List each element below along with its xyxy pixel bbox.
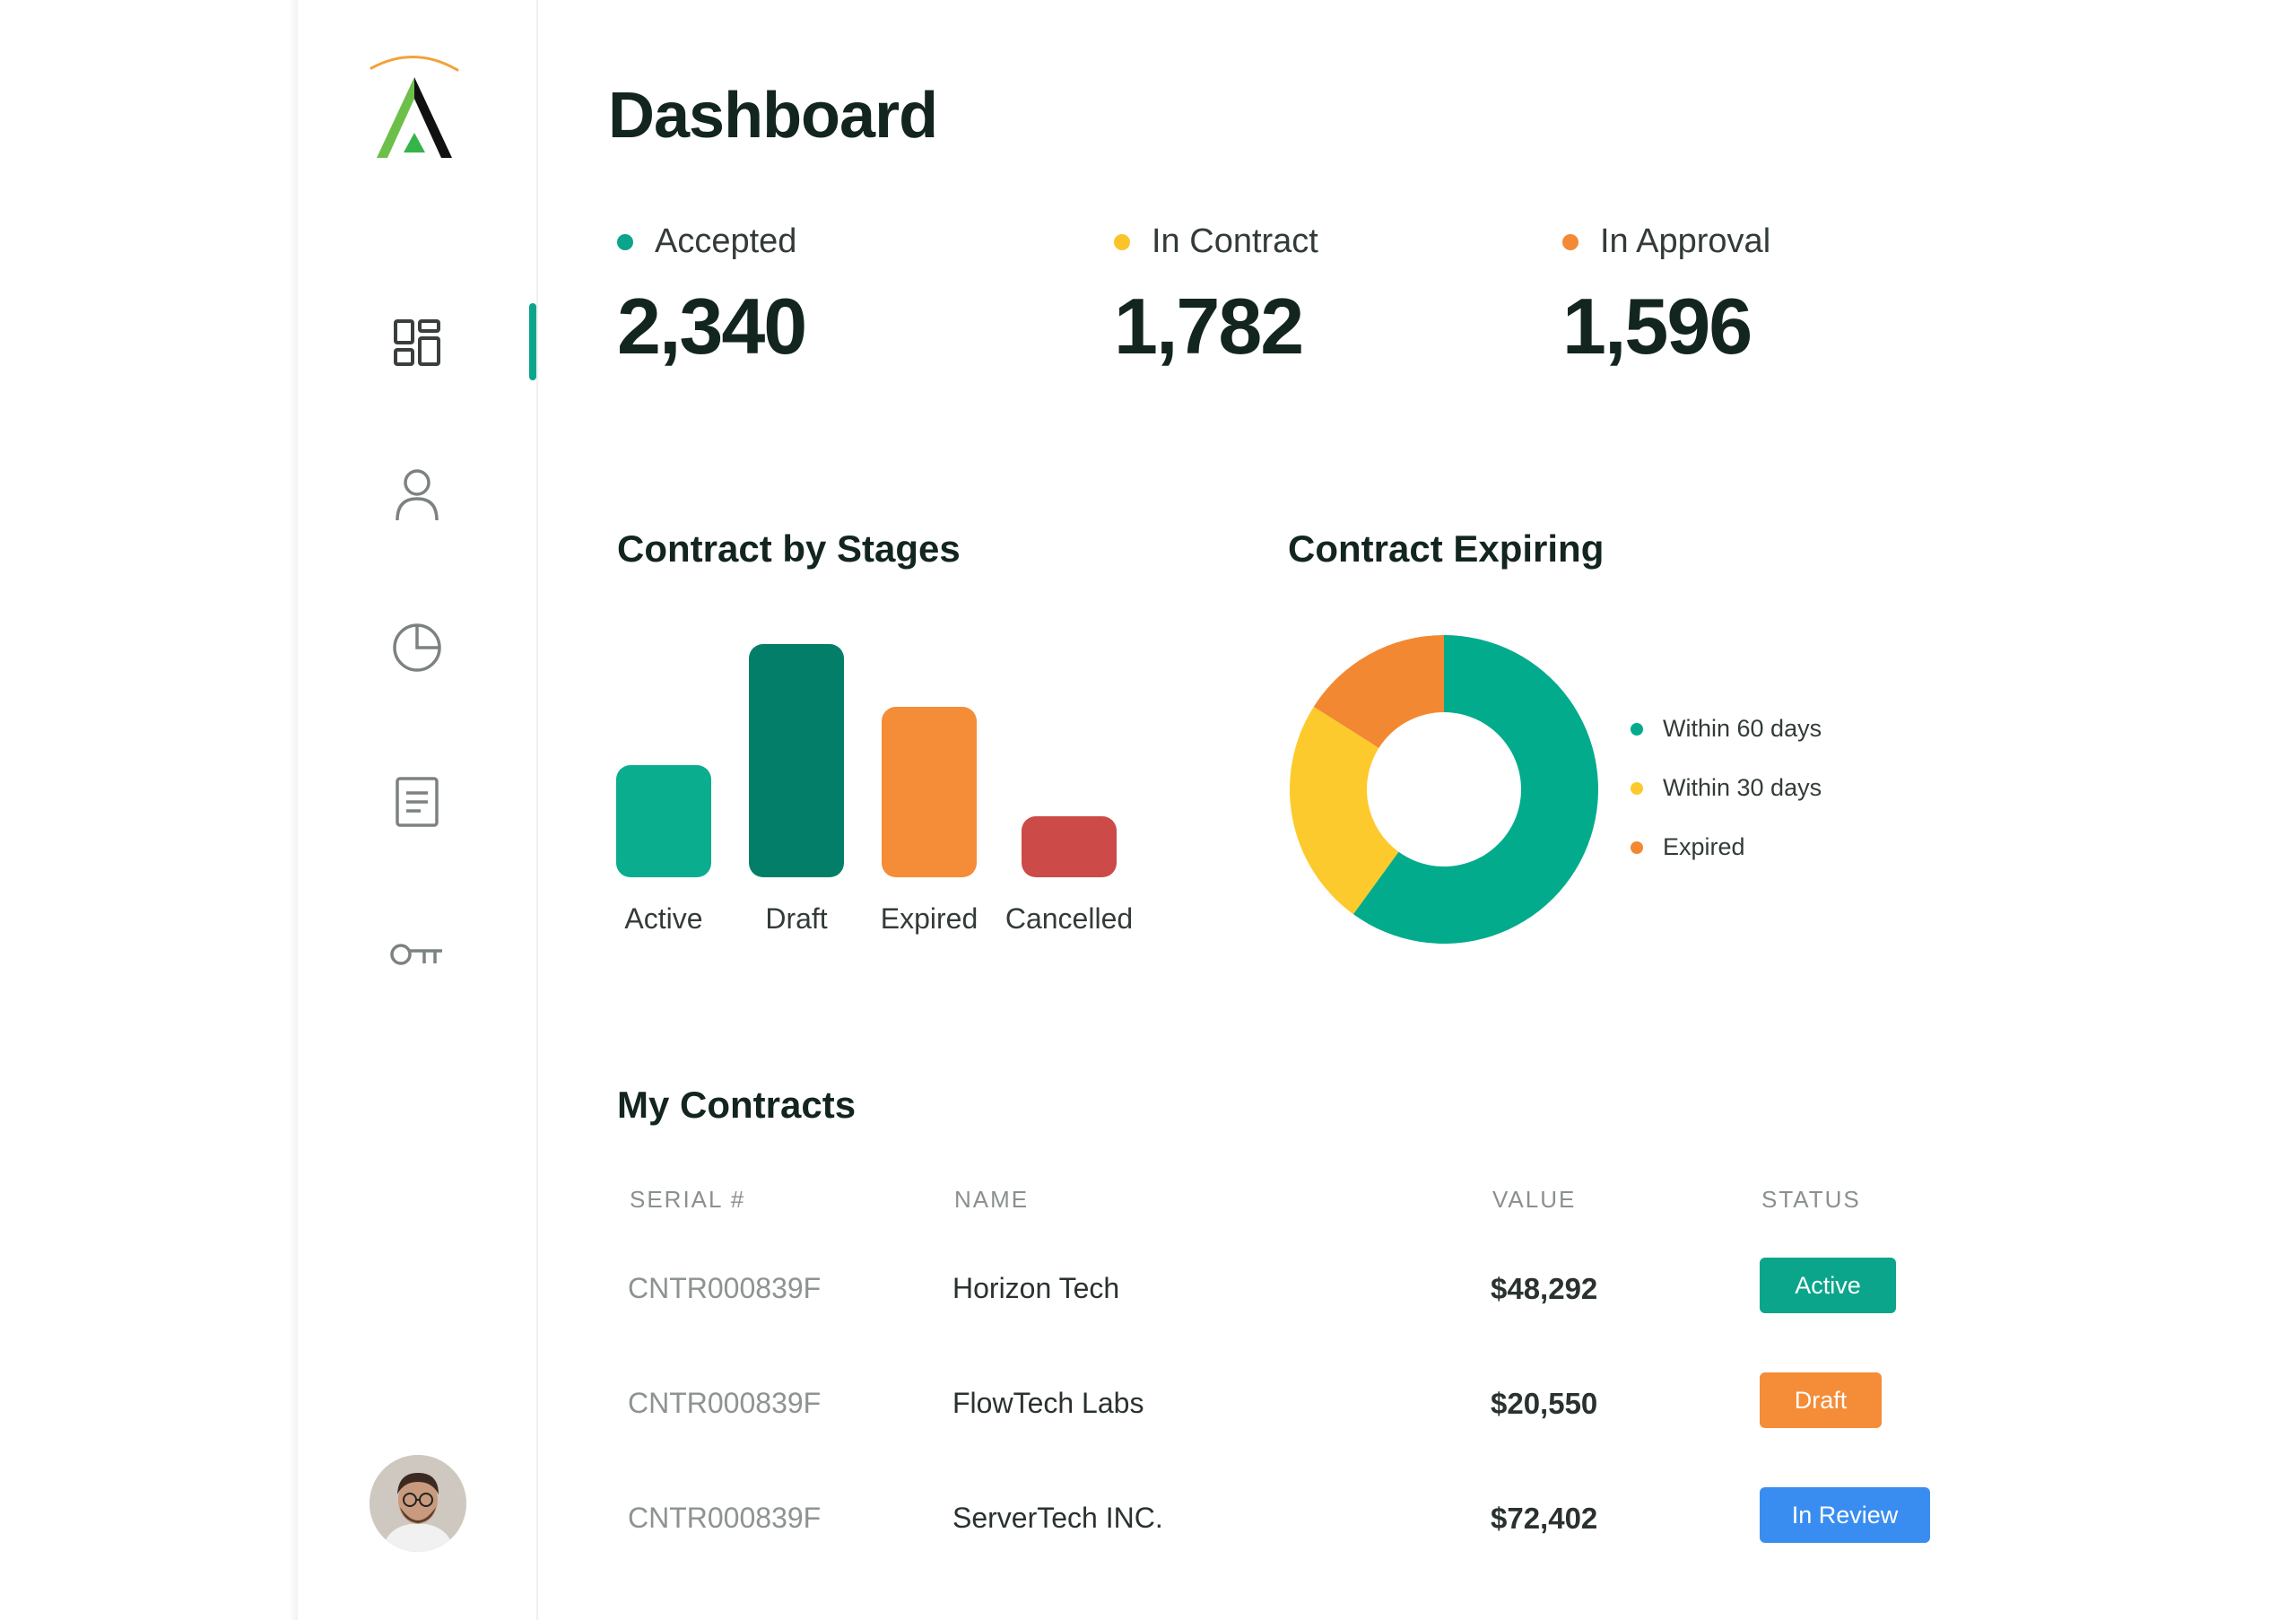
stat-in-contract: In Contract 1,782 xyxy=(1114,222,1318,372)
bar-chart-title: Contract by Stages xyxy=(617,527,961,570)
donut-chart-title: Contract Expiring xyxy=(1288,527,1605,570)
column-header-value: VALUE xyxy=(1492,1186,1577,1213)
grid-icon xyxy=(394,319,440,366)
status-dot-icon xyxy=(617,233,633,250)
bar-label: Active xyxy=(624,902,703,935)
stat-label: In Contract xyxy=(1152,222,1318,260)
legend-label: Expired xyxy=(1663,833,1745,860)
row-value: $48,292 xyxy=(1491,1272,1598,1305)
stat-value: 1,782 xyxy=(1114,282,1304,370)
bar-cancelled[interactable] xyxy=(1022,816,1117,877)
sidebar xyxy=(298,0,538,1620)
page-title: Dashboard xyxy=(608,80,938,152)
bar-label: Expired xyxy=(880,902,978,935)
user-icon xyxy=(396,469,439,521)
row-serial: CNTR000839F xyxy=(628,1502,822,1534)
column-header-serial: SERIAL # xyxy=(630,1186,746,1213)
stat-value: 2,340 xyxy=(617,282,807,370)
row-serial: CNTR000839F xyxy=(628,1272,822,1304)
row-name: Horizon Tech xyxy=(952,1272,1120,1304)
legend-item: Within 30 days xyxy=(1631,774,1822,802)
stat-label: In Approval xyxy=(1600,222,1771,260)
column-header-status: STATUS xyxy=(1761,1186,1861,1213)
legend-dot-icon xyxy=(1631,781,1643,795)
legend-item: Within 60 days xyxy=(1631,715,1822,743)
sidebar-item-documents[interactable] xyxy=(372,757,462,847)
status-dot-icon xyxy=(1562,233,1578,250)
row-name: FlowTech Labs xyxy=(952,1387,1144,1419)
status-badge[interactable]: In Review xyxy=(1760,1487,1930,1543)
active-nav-indicator xyxy=(529,303,536,380)
frame-shadow xyxy=(289,0,298,1620)
stat-label: Accepted xyxy=(655,222,797,260)
stat-in-approval: In Approval 1,596 xyxy=(1562,222,1770,372)
row-value: $72,402 xyxy=(1491,1502,1598,1535)
column-header-name: NAME xyxy=(954,1186,1030,1213)
pie-chart-icon xyxy=(393,623,441,672)
bar-active[interactable] xyxy=(616,765,711,877)
bar-label: Draft xyxy=(765,902,828,935)
user-avatar[interactable] xyxy=(370,1455,466,1552)
sidebar-item-keys[interactable] xyxy=(372,910,462,999)
key-icon xyxy=(390,944,442,965)
sidebar-item-users[interactable] xyxy=(372,450,462,540)
stat-accepted: Accepted 2,340 xyxy=(617,222,807,372)
legend-dot-icon xyxy=(1631,840,1643,854)
row-name: ServerTech INC. xyxy=(952,1502,1163,1534)
avatar-portrait xyxy=(370,1455,466,1552)
bar-label: Cancelled xyxy=(1004,902,1134,935)
legend-dot-icon xyxy=(1631,722,1643,736)
status-badge[interactable]: Draft xyxy=(1760,1372,1882,1428)
bar-expired[interactable] xyxy=(882,707,977,877)
app-logo[interactable] xyxy=(352,52,477,169)
legend-label: Within 60 days xyxy=(1663,715,1822,742)
stat-value: 1,596 xyxy=(1562,282,1752,370)
bar-draft[interactable] xyxy=(749,644,844,877)
sidebar-item-dashboard[interactable] xyxy=(372,298,462,388)
legend-label: Within 30 days xyxy=(1663,774,1822,801)
document-icon xyxy=(396,777,439,827)
contracts-table-title: My Contracts xyxy=(617,1084,857,1126)
row-value: $20,550 xyxy=(1491,1387,1598,1420)
sidebar-item-reports[interactable] xyxy=(372,603,462,692)
logo-mark xyxy=(370,56,459,158)
legend-item: Expired xyxy=(1631,833,1745,861)
status-dot-icon xyxy=(1114,233,1130,250)
donut-chart xyxy=(1290,635,1598,944)
row-serial: CNTR000839F xyxy=(628,1387,822,1419)
status-badge[interactable]: Active xyxy=(1760,1258,1896,1313)
